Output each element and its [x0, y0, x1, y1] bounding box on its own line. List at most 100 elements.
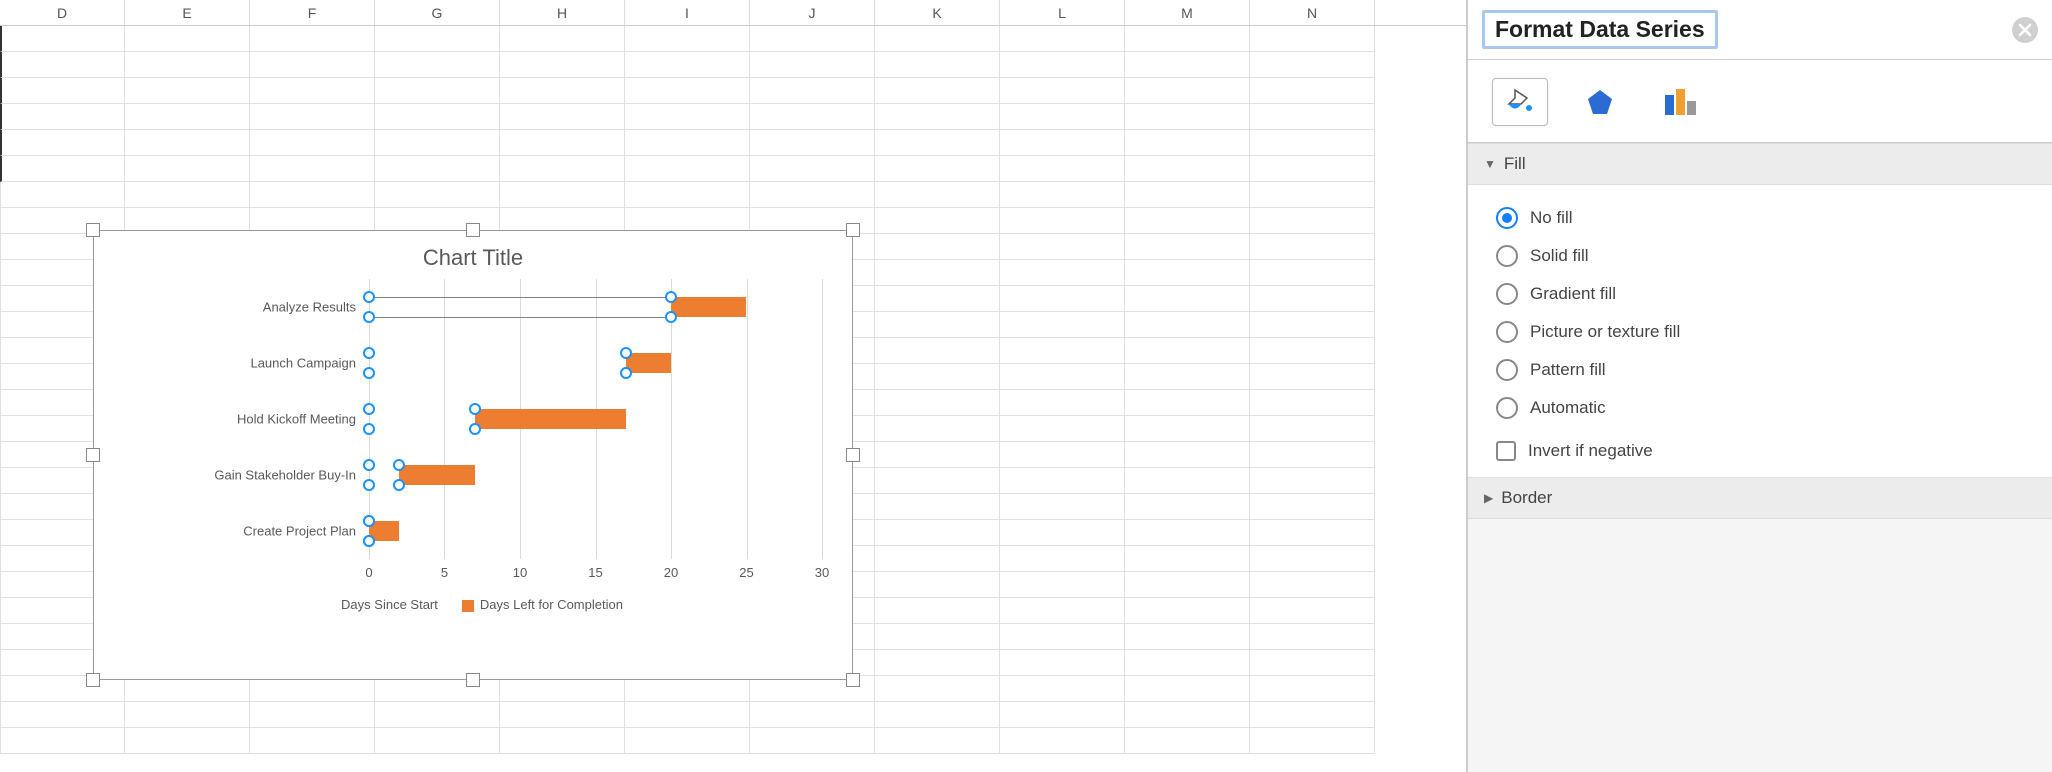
cell[interactable] — [375, 728, 500, 754]
cell[interactable] — [0, 104, 125, 130]
cell[interactable] — [500, 702, 625, 728]
cell[interactable] — [500, 26, 625, 52]
cell[interactable] — [125, 52, 250, 78]
cell[interactable] — [875, 364, 1000, 390]
cell[interactable] — [375, 26, 500, 52]
cell[interactable] — [1125, 78, 1250, 104]
cell[interactable] — [1000, 338, 1125, 364]
selection-marker[interactable] — [363, 479, 375, 491]
cell[interactable] — [1250, 364, 1375, 390]
panel-title[interactable]: Format Data Series — [1482, 10, 1718, 49]
cell[interactable] — [1125, 338, 1250, 364]
selection-marker[interactable] — [363, 515, 375, 527]
cell[interactable] — [1000, 676, 1125, 702]
cell[interactable] — [750, 52, 875, 78]
column-header[interactable]: H — [500, 0, 625, 25]
cell[interactable] — [375, 52, 500, 78]
cell[interactable] — [1250, 598, 1375, 624]
cell[interactable] — [1000, 130, 1125, 156]
cell[interactable] — [1250, 130, 1375, 156]
cell[interactable] — [1125, 442, 1250, 468]
cell[interactable] — [1000, 650, 1125, 676]
cell[interactable] — [500, 182, 625, 208]
cell[interactable] — [1000, 702, 1125, 728]
cell[interactable] — [875, 598, 1000, 624]
cell[interactable] — [250, 78, 375, 104]
cell[interactable] — [625, 104, 750, 130]
cell[interactable] — [1000, 416, 1125, 442]
selection-marker[interactable] — [363, 367, 375, 379]
radio-no-fill[interactable]: No fill — [1496, 199, 2024, 237]
cell[interactable] — [875, 182, 1000, 208]
selection-marker[interactable] — [363, 423, 375, 435]
column-header[interactable]: D — [0, 0, 125, 25]
cell[interactable] — [875, 312, 1000, 338]
cell[interactable] — [875, 494, 1000, 520]
column-header[interactable]: M — [1125, 0, 1250, 25]
column-header[interactable]: F — [250, 0, 375, 25]
cell[interactable] — [1000, 234, 1125, 260]
cell[interactable] — [500, 130, 625, 156]
cell[interactable] — [1000, 260, 1125, 286]
cell[interactable] — [125, 26, 250, 52]
cell[interactable] — [875, 52, 1000, 78]
spreadsheet-area[interactable]: DEFGHIJKLMN Chart Title Analyze ResultsL… — [0, 0, 1467, 772]
radio-picture-fill[interactable]: Picture or texture fill — [1496, 313, 2024, 351]
cell[interactable] — [0, 728, 125, 754]
cell[interactable] — [250, 130, 375, 156]
cell[interactable] — [750, 130, 875, 156]
cell[interactable] — [1125, 104, 1250, 130]
cell[interactable] — [1125, 364, 1250, 390]
cell[interactable] — [1125, 390, 1250, 416]
checkbox-invert-negative[interactable]: Invert if negative — [1496, 427, 2024, 463]
chart-plot-area[interactable]: Analyze ResultsLaunch CampaignHold Kicko… — [114, 279, 832, 589]
cell[interactable] — [1250, 104, 1375, 130]
tab-series-options[interactable] — [1652, 78, 1708, 126]
selection-marker[interactable] — [363, 291, 375, 303]
cell[interactable] — [250, 702, 375, 728]
legend-item[interactable]: Days Left for Completion — [462, 597, 623, 612]
cell[interactable] — [875, 286, 1000, 312]
cell[interactable] — [1125, 52, 1250, 78]
cell[interactable] — [125, 728, 250, 754]
cell[interactable] — [500, 156, 625, 182]
radio-solid-fill[interactable]: Solid fill — [1496, 237, 2024, 275]
cell[interactable] — [1000, 520, 1125, 546]
cell[interactable] — [1250, 520, 1375, 546]
cell[interactable] — [875, 650, 1000, 676]
cell[interactable] — [1250, 312, 1375, 338]
cell[interactable] — [375, 182, 500, 208]
cell[interactable] — [1125, 468, 1250, 494]
cell[interactable] — [875, 416, 1000, 442]
cell[interactable] — [1000, 494, 1125, 520]
cell[interactable] — [1250, 338, 1375, 364]
cell[interactable] — [1000, 52, 1125, 78]
section-fill[interactable]: ▼ Fill — [1468, 143, 2052, 185]
cell[interactable] — [1125, 546, 1250, 572]
cell[interactable] — [875, 728, 1000, 754]
cell[interactable] — [1250, 286, 1375, 312]
selection-marker[interactable] — [363, 535, 375, 547]
radio-gradient-fill[interactable]: Gradient fill — [1496, 275, 2024, 313]
cell[interactable] — [250, 104, 375, 130]
cell[interactable] — [875, 130, 1000, 156]
cell[interactable] — [750, 728, 875, 754]
resize-handle[interactable] — [86, 448, 100, 462]
cell[interactable] — [875, 546, 1000, 572]
cell[interactable] — [375, 702, 500, 728]
cell[interactable] — [1125, 416, 1250, 442]
cell[interactable] — [125, 130, 250, 156]
bar-segment[interactable] — [671, 297, 746, 317]
cell[interactable] — [1125, 26, 1250, 52]
cell[interactable] — [1125, 572, 1250, 598]
cell[interactable] — [1000, 104, 1125, 130]
cell[interactable] — [1125, 598, 1250, 624]
cell[interactable] — [875, 260, 1000, 286]
cell[interactable] — [1000, 182, 1125, 208]
column-header[interactable]: J — [750, 0, 875, 25]
tab-fill-line[interactable] — [1492, 78, 1548, 126]
bar-segment[interactable] — [626, 353, 671, 373]
radio-automatic[interactable]: Automatic — [1496, 389, 2024, 427]
cell[interactable] — [1250, 156, 1375, 182]
cell[interactable] — [1125, 728, 1250, 754]
